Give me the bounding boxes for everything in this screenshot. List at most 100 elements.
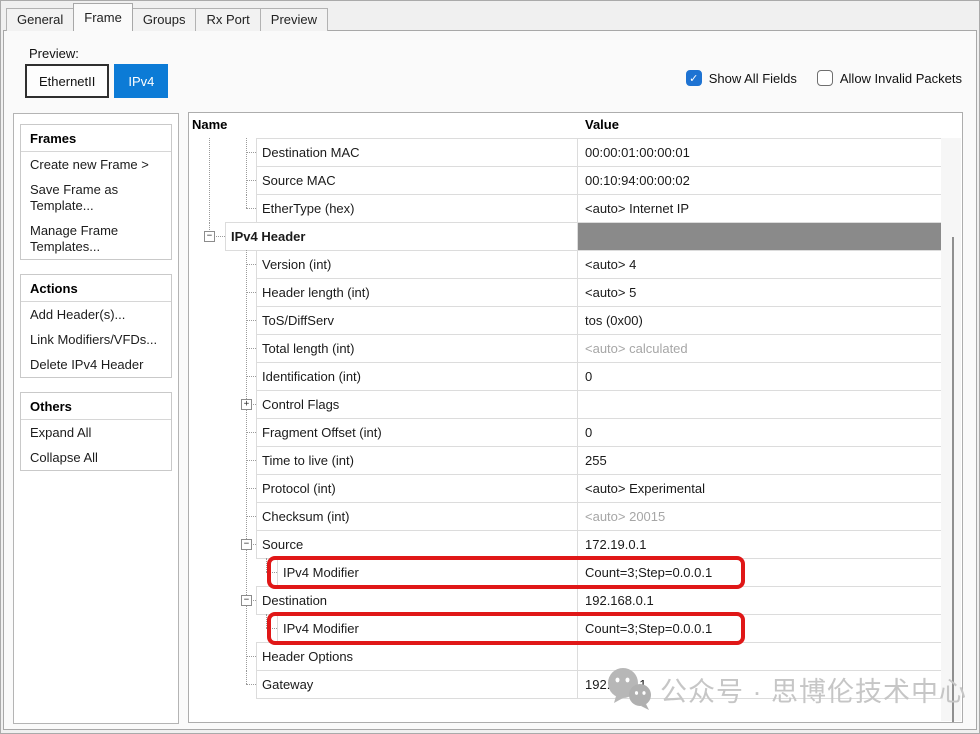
field-name-cell[interactable]: Protocol (int) [256, 474, 578, 503]
field-name-cell[interactable]: Identification (int) [256, 362, 578, 391]
table-row: Fragment Offset (int)0 [189, 418, 942, 447]
field-name-cell[interactable]: Destination MAC [256, 138, 578, 167]
tree-rows: Destination MAC 00:00:01:00:00:01 Source M… [189, 138, 942, 699]
field-name: Checksum (int) [262, 509, 349, 524]
tree-connector [246, 152, 256, 153]
sidebar: FramesCreate new Frame >Save Frame as Te… [13, 113, 179, 724]
tree-connector [246, 670, 247, 684]
field-value: 172.19.0.1 [585, 537, 646, 552]
tree-connector [246, 376, 256, 377]
field-name-cell[interactable]: Control Flags [256, 390, 578, 419]
option-label: Show All Fields [709, 71, 797, 86]
field-value-cell[interactable]: 0 [577, 362, 942, 391]
field-name: Source MAC [262, 173, 336, 188]
protocol-stack: EthernetIIIPv4 [25, 64, 173, 98]
tree-connector [246, 460, 256, 461]
field-value-cell[interactable]: 255 [577, 446, 942, 475]
field-value: 00:00:01:00:00:01 [585, 145, 690, 160]
field-name-cell[interactable]: Checksum (int) [256, 502, 578, 531]
protocol-ipv4[interactable]: IPv4 [114, 64, 168, 98]
field-value-cell[interactable]: 00:00:01:00:00:01 [577, 138, 942, 167]
field-value-cell[interactable]: <auto> 5 [577, 278, 942, 307]
field-name-cell[interactable]: EtherType (hex) [256, 194, 578, 223]
collapse-icon[interactable]: − [204, 231, 215, 242]
field-value: 0 [585, 369, 592, 384]
field-value: <auto> Experimental [585, 481, 705, 496]
collapse-icon[interactable]: − [241, 539, 252, 550]
field-value-cell[interactable]: 172.19.0.1 [577, 530, 942, 559]
field-name-cell[interactable]: Header length (int) [256, 278, 578, 307]
field-value-cell[interactable]: <auto> 4 [577, 250, 942, 279]
tab-general[interactable]: General [6, 8, 74, 31]
field-name-cell[interactable]: Total length (int) [256, 334, 578, 363]
field-value-cell[interactable]: <auto> calculated [577, 334, 942, 363]
field-name-cell[interactable]: Source [256, 530, 578, 559]
field-value-cell[interactable]: Count=3;Step=0.0.0.1 [577, 558, 942, 587]
field-value-cell[interactable] [577, 642, 942, 671]
table-row: Time to live (int) 255 [189, 446, 942, 475]
field-name: Destination MAC [262, 145, 360, 160]
field-name-cell[interactable]: Version (int) [256, 250, 578, 279]
sidebar-item-expand-all[interactable]: Expand All [21, 420, 171, 445]
table-row: Header Options [189, 642, 942, 671]
field-value-cell[interactable] [577, 390, 942, 419]
scrollbar-thumb[interactable] [952, 237, 954, 722]
frame-editor-panel: Preview: EthernetIIIPv4 ✓Show All Fields… [3, 30, 977, 730]
sidebar-item-save-frame-as-template[interactable]: Save Frame as Template... [21, 177, 171, 218]
sidebar-item-create-new-frame[interactable]: Create new Frame > [21, 152, 171, 177]
field-name-cell[interactable]: Gateway [256, 670, 578, 699]
tab-groups[interactable]: Groups [132, 8, 197, 31]
field-name: Gateway [262, 677, 313, 692]
field-name-cell[interactable]: Header Options [256, 642, 578, 671]
table-row: EtherType (hex)<auto> Internet IP [189, 194, 942, 223]
field-name: Protocol (int) [262, 481, 336, 496]
field-name-cell[interactable]: ToS/DiffServ [256, 306, 578, 335]
checkbox-icon[interactable] [817, 70, 833, 86]
field-value: 255 [585, 453, 607, 468]
tab-rx-port[interactable]: Rx Port [195, 8, 260, 31]
vertical-scrollbar[interactable] [941, 138, 961, 721]
checkbox-icon[interactable]: ✓ [686, 70, 702, 86]
sidebar-item-delete-ipv4-header[interactable]: Delete IPv4 Header [21, 352, 171, 377]
field-name: Source [262, 537, 303, 552]
field-value-cell[interactable]: <auto> Experimental [577, 474, 942, 503]
field-value-cell[interactable]: 00:10:94:00:00:02 [577, 166, 942, 195]
field-tree-panel: Name Value Destination MAC00:00:01:00:00… [188, 112, 963, 723]
field-value-cell[interactable]: <auto> 20015 [577, 502, 942, 531]
field-value-cell[interactable]: Count=3;Step=0.0.0.1 [577, 614, 942, 643]
field-name-cell[interactable]: Fragment Offset (int) [256, 418, 578, 447]
table-row: Version (int) <auto> 4 [189, 250, 942, 279]
sidebar-item-add-header-s[interactable]: Add Header(s)... [21, 302, 171, 327]
expand-icon[interactable]: + [241, 399, 252, 410]
field-value-cell[interactable]: 192.168.0.1 [577, 586, 942, 615]
field-name-cell[interactable]: Destination [256, 586, 578, 615]
field-name-cell[interactable]: IPv4 Header [225, 222, 578, 251]
sidebar-item-manage-frame-templates[interactable]: Manage Frame Templates... [21, 218, 171, 259]
table-row: + Control Flags [189, 390, 942, 419]
field-name-cell[interactable]: IPv4 Modifier [277, 558, 578, 587]
field-value-cell[interactable]: 0 [577, 418, 942, 447]
collapse-icon[interactable]: − [241, 595, 252, 606]
tree-connector [246, 488, 256, 489]
option-show-all-fields[interactable]: ✓ Show All Fields [686, 70, 797, 86]
sidebar-section-actions: ActionsAdd Header(s)...Link Modifiers/VF… [20, 274, 172, 378]
tree-connector [246, 684, 256, 685]
field-value: 00:10:94:00:00:02 [585, 173, 690, 188]
sidebar-item-collapse-all[interactable]: Collapse All [21, 445, 171, 470]
field-value-cell[interactable]: tos (0x00) [577, 306, 942, 335]
field-value-cell[interactable]: 192.85.1.1 [577, 670, 942, 699]
field-name: Total length (int) [262, 341, 355, 356]
field-name: Version (int) [262, 257, 331, 272]
table-row: −Destination192.168.0.1 [189, 586, 942, 615]
sidebar-item-link-modifiers-vfds[interactable]: Link Modifiers/VFDs... [21, 327, 171, 352]
protocol-ethernetii[interactable]: EthernetII [25, 64, 109, 98]
field-name-cell[interactable]: IPv4 Modifier [277, 614, 578, 643]
field-name-cell[interactable]: Time to live (int) [256, 446, 578, 475]
tab-frame[interactable]: Frame [73, 3, 133, 31]
field-name-cell[interactable]: Source MAC [256, 166, 578, 195]
tab-preview[interactable]: Preview [260, 8, 328, 31]
field-value-cell[interactable] [577, 222, 942, 251]
option-allow-invalid-packets[interactable]: Allow Invalid Packets [817, 70, 962, 86]
column-header-value: Value [585, 117, 619, 132]
field-value-cell[interactable]: <auto> Internet IP [577, 194, 942, 223]
